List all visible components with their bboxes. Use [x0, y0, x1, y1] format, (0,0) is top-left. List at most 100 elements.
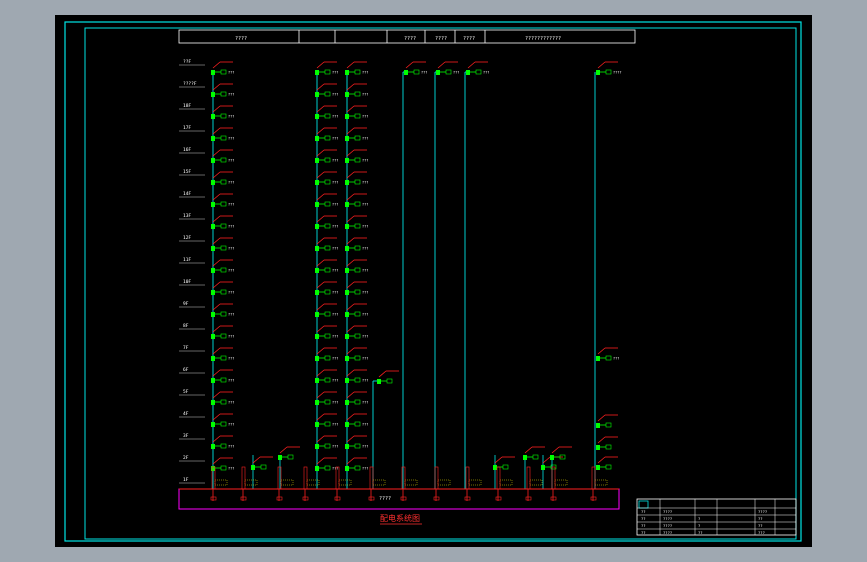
- breaker: [345, 466, 349, 471]
- breaker-label: ???: [332, 423, 338, 427]
- title-block-cell: ????: [663, 523, 672, 528]
- breaker-label: ???: [362, 137, 368, 141]
- feeder-line: [346, 435, 355, 443]
- breaker-box: [354, 311, 361, 317]
- breaker-label: ???: [228, 291, 234, 295]
- breaker-box: [324, 311, 331, 317]
- feeder-line: [212, 105, 221, 113]
- diagram-title: 配电系统图: [380, 513, 420, 523]
- breaker: [345, 290, 349, 295]
- breaker-label: ???: [362, 225, 368, 229]
- breaker-box: [354, 421, 361, 427]
- breaker-box: [324, 91, 331, 97]
- feeder-line: [212, 61, 221, 69]
- breaker-label: ???: [332, 269, 338, 273]
- feeder-line: [316, 391, 325, 399]
- bus-breaker: [495, 496, 502, 501]
- breaker: [211, 422, 215, 427]
- switchgear-link: [526, 466, 531, 490]
- breaker: [315, 224, 319, 229]
- bus-breaker: [240, 496, 247, 501]
- switchgear-link: [465, 466, 470, 490]
- meter-box: [468, 479, 482, 486]
- floor-label: 17F: [183, 125, 191, 131]
- breaker-box: [605, 464, 612, 470]
- breaker-box: [220, 245, 227, 251]
- feeder-line: [346, 347, 355, 355]
- breaker-label: ???: [228, 225, 234, 229]
- breaker-label: ???: [228, 445, 234, 449]
- breaker: [596, 356, 600, 361]
- feeder-line: [279, 446, 288, 454]
- breaker-box: [220, 69, 227, 75]
- breaker-label: ???: [228, 423, 234, 427]
- bus-breaker: [302, 496, 309, 501]
- feeder-line: [212, 149, 221, 157]
- breaker-label: ???: [332, 313, 338, 317]
- feeder-line: [437, 61, 446, 69]
- header-cell-7: ????????????: [525, 36, 561, 42]
- breaker-box: [220, 421, 227, 427]
- breaker-label: ???: [362, 335, 368, 339]
- breaker-label: ???: [332, 71, 338, 75]
- feeder-line: [405, 61, 414, 69]
- floor-label: 12F: [183, 235, 191, 241]
- breaker-box: [605, 422, 612, 428]
- diagram-title-group: 配电系统图: [380, 513, 422, 525]
- breaker-box: [220, 443, 227, 449]
- feeder-line: [494, 456, 503, 464]
- breaker-label: ???: [362, 159, 368, 163]
- breaker-box: [413, 69, 420, 75]
- feeder-line: [212, 369, 221, 377]
- breaker: [211, 136, 215, 141]
- floor-label: 11F: [183, 257, 191, 263]
- meter-box: [280, 479, 294, 486]
- feeder-line: [316, 215, 325, 223]
- breaker-label: ???: [228, 203, 234, 207]
- feeder-line: [316, 83, 325, 91]
- breaker-box: [532, 454, 539, 460]
- breaker-label: ???: [228, 181, 234, 185]
- breaker-box: [354, 377, 361, 383]
- cad-viewport[interactable]: ???? ???? ???? ???? ???????????? ??F????…: [55, 15, 812, 547]
- feeder-line: [212, 347, 221, 355]
- breaker-box: [324, 465, 331, 471]
- breaker: [345, 136, 349, 141]
- breaker: [493, 465, 497, 470]
- feeder-line: [316, 325, 325, 333]
- breaker: [345, 224, 349, 229]
- feeder-line: [378, 370, 387, 378]
- breaker: [404, 70, 408, 75]
- electrical-distribution-diagram: ???? ???? ???? ???? ???????????? ??F????…: [64, 21, 802, 542]
- breaker-label: ???: [362, 93, 368, 97]
- breaker-box: [354, 223, 361, 229]
- floor-label: 8F: [183, 323, 189, 329]
- breaker-box: [220, 179, 227, 185]
- breaker-box: [287, 454, 294, 460]
- feeder-line: [212, 435, 221, 443]
- breaker: [345, 378, 349, 383]
- feeder-line: [316, 457, 325, 465]
- riser-mid-label: ???: [613, 357, 619, 361]
- floor-labels: ??F ????F 18F 17F 16F 15F 14F 13F 12F 11F 10F 9F 8F 7…: [179, 59, 205, 484]
- breaker-box: [354, 289, 361, 295]
- feeder-line: [212, 171, 221, 179]
- breaker: [345, 268, 349, 273]
- feeder-line: [212, 281, 221, 289]
- breaker: [211, 334, 215, 339]
- floor-label: 3F: [183, 433, 189, 439]
- breaker: [345, 444, 349, 449]
- bus-breaker: [550, 496, 557, 501]
- breaker: [523, 455, 527, 460]
- breaker-label: ???: [228, 137, 234, 141]
- breaker: [345, 422, 349, 427]
- riser-top-label: ???: [483, 71, 489, 75]
- breaker: [315, 158, 319, 163]
- breaker-label: ???: [332, 445, 338, 449]
- breaker-label: ???: [228, 115, 234, 119]
- breaker-box: [220, 399, 227, 405]
- breaker: [211, 202, 215, 207]
- breaker-box: [220, 311, 227, 317]
- feeder-line: [212, 83, 221, 91]
- breaker-label: ???: [362, 115, 368, 119]
